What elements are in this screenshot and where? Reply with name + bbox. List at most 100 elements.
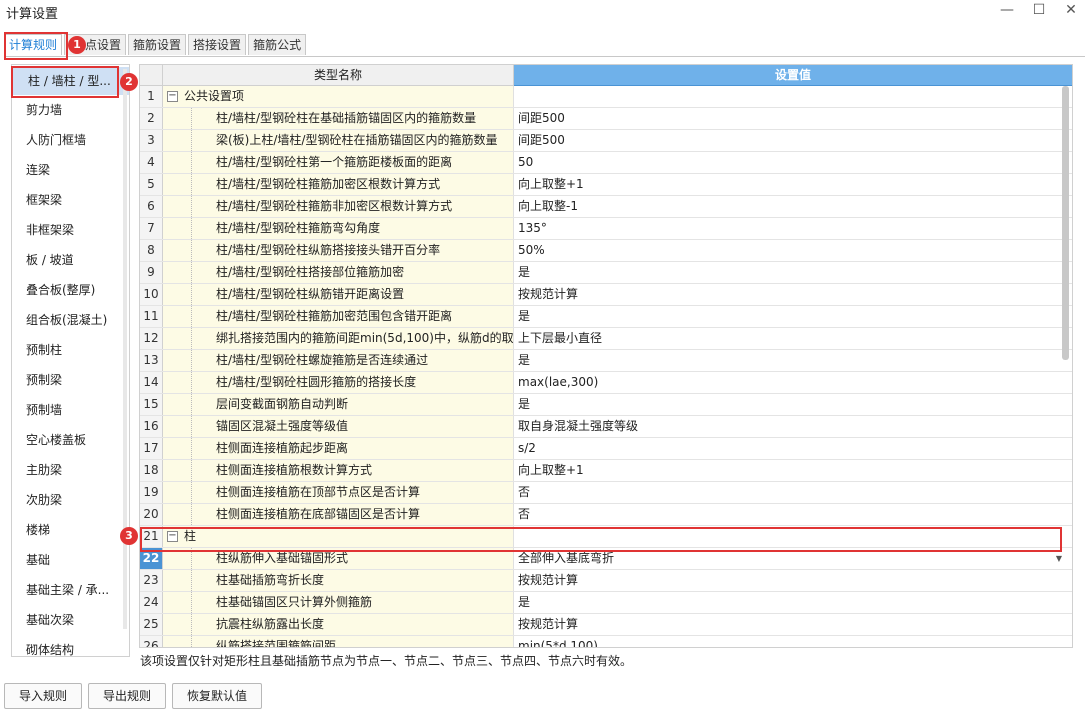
- row-index: 23: [140, 570, 163, 591]
- row-value-cell[interactable]: max(lae,300): [514, 372, 1072, 393]
- sidebar-item[interactable]: 框架梁: [12, 185, 129, 215]
- row-value-cell[interactable]: 间距500: [514, 108, 1072, 129]
- row-value-cell[interactable]: 是: [514, 262, 1072, 283]
- sidebar-item[interactable]: 空心楼盖板: [12, 425, 129, 455]
- table-row[interactable]: 7 柱/墙柱/型钢砼柱箍筋弯勾角度 135°: [140, 218, 1072, 240]
- row-value-cell[interactable]: 否: [514, 504, 1072, 525]
- table-row[interactable]: 3 梁(板)上柱/墙柱/型钢砼柱在插筋锚固区内的箍筋数量 间距500: [140, 130, 1072, 152]
- row-value-cell[interactable]: 是: [514, 394, 1072, 415]
- row-value-cell[interactable]: 按规范计算: [514, 614, 1072, 635]
- table-row[interactable]: 25 抗震柱纵筋露出长度 按规范计算: [140, 614, 1072, 636]
- dropdown-arrow-icon[interactable]: ▼: [1056, 548, 1062, 569]
- sidebar-item[interactable]: 柱 / 墙柱 / 型...: [12, 67, 129, 95]
- tab-stirrup-formula[interactable]: 箍筋公式: [248, 34, 307, 55]
- sidebar-item[interactable]: 基础次梁: [12, 605, 129, 635]
- sidebar-item[interactable]: 预制柱: [12, 335, 129, 365]
- sidebar-item[interactable]: 组合板(混凝土): [12, 305, 129, 335]
- row-value-cell[interactable]: 50: [514, 152, 1072, 173]
- maximize-icon[interactable]: ☐: [1030, 2, 1048, 18]
- tree-indent: [163, 350, 192, 371]
- table-row[interactable]: 2 柱/墙柱/型钢砼柱在基础插筋锚固区内的箍筋数量 间距500: [140, 108, 1072, 130]
- close-icon[interactable]: ✕: [1062, 2, 1080, 18]
- row-value-cell[interactable]: 向上取整+1: [514, 174, 1072, 195]
- row-index: 16: [140, 416, 163, 437]
- row-value: 向上取整-1: [518, 199, 578, 213]
- import-rules-button[interactable]: 导入规则: [4, 683, 83, 709]
- table-row[interactable]: 4 柱/墙柱/型钢砼柱第一个箍筋距楼板面的距离 50: [140, 152, 1072, 174]
- tab-calc-rules[interactable]: 计算规则: [4, 34, 63, 55]
- export-rules-button[interactable]: 导出规则: [88, 683, 167, 709]
- table-row[interactable]: 19 柱侧面连接植筋在顶部节点区是否计算 否: [140, 482, 1072, 504]
- row-value-cell[interactable]: 135°: [514, 218, 1072, 239]
- row-value-cell[interactable]: 是: [514, 306, 1072, 327]
- table-row[interactable]: 14 柱/墙柱/型钢砼柱圆形箍筋的搭接长度 max(lae,300): [140, 372, 1072, 394]
- row-index: 18: [140, 460, 163, 481]
- row-index: 15: [140, 394, 163, 415]
- table-row[interactable]: 9 柱/墙柱/型钢砼柱搭接部位箍筋加密 是: [140, 262, 1072, 284]
- table-row[interactable]: 17 柱侧面连接植筋起步距离 s/2: [140, 438, 1072, 460]
- sidebar-item[interactable]: 连梁: [12, 155, 129, 185]
- row-value: 是: [518, 397, 531, 411]
- table-row[interactable]: 26 纵筋搭接范围箍筋间距 min(5*d,100): [140, 636, 1072, 647]
- sidebar-item[interactable]: 板 / 坡道: [12, 245, 129, 275]
- tab-stirrup-settings[interactable]: 箍筋设置: [128, 34, 187, 55]
- table-row[interactable]: 22 柱纵筋伸入基础锚固形式 全部伸入基底弯折 ▼: [140, 548, 1072, 570]
- table-row[interactable]: 11 柱/墙柱/型钢砼柱箍筋加密范围包含错开距离 是: [140, 306, 1072, 328]
- list-scrollbar[interactable]: [123, 69, 127, 629]
- sidebar-item[interactable]: 主肋梁: [12, 455, 129, 485]
- row-value-cell[interactable]: 是: [514, 350, 1072, 371]
- sidebar-item[interactable]: 基础主梁 / 承...: [12, 575, 129, 605]
- table-row[interactable]: 20 柱侧面连接植筋在底部锚固区是否计算 否: [140, 504, 1072, 526]
- table-row[interactable]: 16 锚固区混凝土强度等级值 取自身混凝土强度等级: [140, 416, 1072, 438]
- table-row[interactable]: 13 柱/墙柱/型钢砼柱螺旋箍筋是否连续通过 是: [140, 350, 1072, 372]
- row-value-cell[interactable]: 按规范计算: [514, 284, 1072, 305]
- table-row[interactable]: 24 柱基础锚固区只计算外侧箍筋 是: [140, 592, 1072, 614]
- row-value-cell[interactable]: min(5*d,100): [514, 636, 1072, 647]
- row-name-cell: 柱/墙柱/型钢砼柱圆形箍筋的搭接长度: [163, 372, 514, 393]
- tree-indent: [163, 504, 192, 525]
- collapse-icon[interactable]: −: [167, 531, 178, 542]
- row-value-cell[interactable]: 取自身混凝土强度等级: [514, 416, 1072, 437]
- row-name: 层间变截面钢筋自动判断: [216, 397, 349, 411]
- table-row[interactable]: 21− 柱: [140, 526, 1072, 548]
- sidebar-item[interactable]: 次肋梁: [12, 485, 129, 515]
- sidebar-item[interactable]: 人防门框墙: [12, 125, 129, 155]
- table-row[interactable]: 5 柱/墙柱/型钢砼柱箍筋加密区根数计算方式 向上取整+1: [140, 174, 1072, 196]
- sidebar-item[interactable]: 叠合板(整厚): [12, 275, 129, 305]
- collapse-icon[interactable]: −: [167, 91, 178, 102]
- grid-scrollbar[interactable]: [1062, 86, 1069, 360]
- minimize-icon[interactable]: —: [998, 2, 1016, 18]
- tab-lap-settings[interactable]: 搭接设置: [188, 34, 247, 55]
- row-value-cell[interactable]: 是: [514, 592, 1072, 613]
- row-value-cell[interactable]: 上下层最小直径: [514, 328, 1072, 349]
- table-row[interactable]: 23 柱基础插筋弯折长度 按规范计算: [140, 570, 1072, 592]
- row-value-cell[interactable]: 全部伸入基底弯折 ▼: [514, 548, 1072, 569]
- row-value: 全部伸入基底弯折: [518, 551, 615, 565]
- table-row[interactable]: 1− 公共设置项: [140, 86, 1072, 108]
- row-value-cell[interactable]: s/2: [514, 438, 1072, 459]
- sidebar-item[interactable]: 非框架梁: [12, 215, 129, 245]
- table-row[interactable]: 12 绑扎搭接范围内的箍筋间距min(5d,100)中，纵筋d的取值 上下层最小直径: [140, 328, 1072, 350]
- sidebar-item[interactable]: 砌体结构: [12, 635, 129, 656]
- table-row[interactable]: 18 柱侧面连接植筋根数计算方式 向上取整+1: [140, 460, 1072, 482]
- sidebar-item[interactable]: 基础: [12, 545, 129, 575]
- sidebar-item[interactable]: 预制墙: [12, 395, 129, 425]
- row-value-cell[interactable]: 向上取整-1: [514, 196, 1072, 217]
- table-row[interactable]: 8 柱/墙柱/型钢砼柱纵筋搭接接头错开百分率 50%: [140, 240, 1072, 262]
- row-name-cell: 梁(板)上柱/墙柱/型钢砼柱在插筋锚固区内的箍筋数量: [163, 130, 514, 151]
- row-value-cell[interactable]: 向上取整+1: [514, 460, 1072, 481]
- sidebar-item[interactable]: 楼梯: [12, 515, 129, 545]
- tree-indent: [163, 548, 192, 569]
- row-value-cell[interactable]: 间距500: [514, 130, 1072, 151]
- row-value-cell[interactable]: 否: [514, 482, 1072, 503]
- sidebar-item[interactable]: 剪力墙: [12, 95, 129, 125]
- restore-defaults-button[interactable]: 恢复默认值: [172, 683, 263, 709]
- table-row[interactable]: 10 柱/墙柱/型钢砼柱纵筋错开距离设置 按规范计算: [140, 284, 1072, 306]
- row-name-cell: 绑扎搭接范围内的箍筋间距min(5d,100)中，纵筋d的取值: [163, 328, 514, 349]
- table-row[interactable]: 15 层间变截面钢筋自动判断 是: [140, 394, 1072, 416]
- row-value-cell[interactable]: 按规范计算: [514, 570, 1072, 591]
- row-name-cell: 柱/墙柱/型钢砼柱纵筋错开距离设置: [163, 284, 514, 305]
- sidebar-item[interactable]: 预制梁: [12, 365, 129, 395]
- row-value-cell[interactable]: 50%: [514, 240, 1072, 261]
- table-row[interactable]: 6 柱/墙柱/型钢砼柱箍筋非加密区根数计算方式 向上取整-1: [140, 196, 1072, 218]
